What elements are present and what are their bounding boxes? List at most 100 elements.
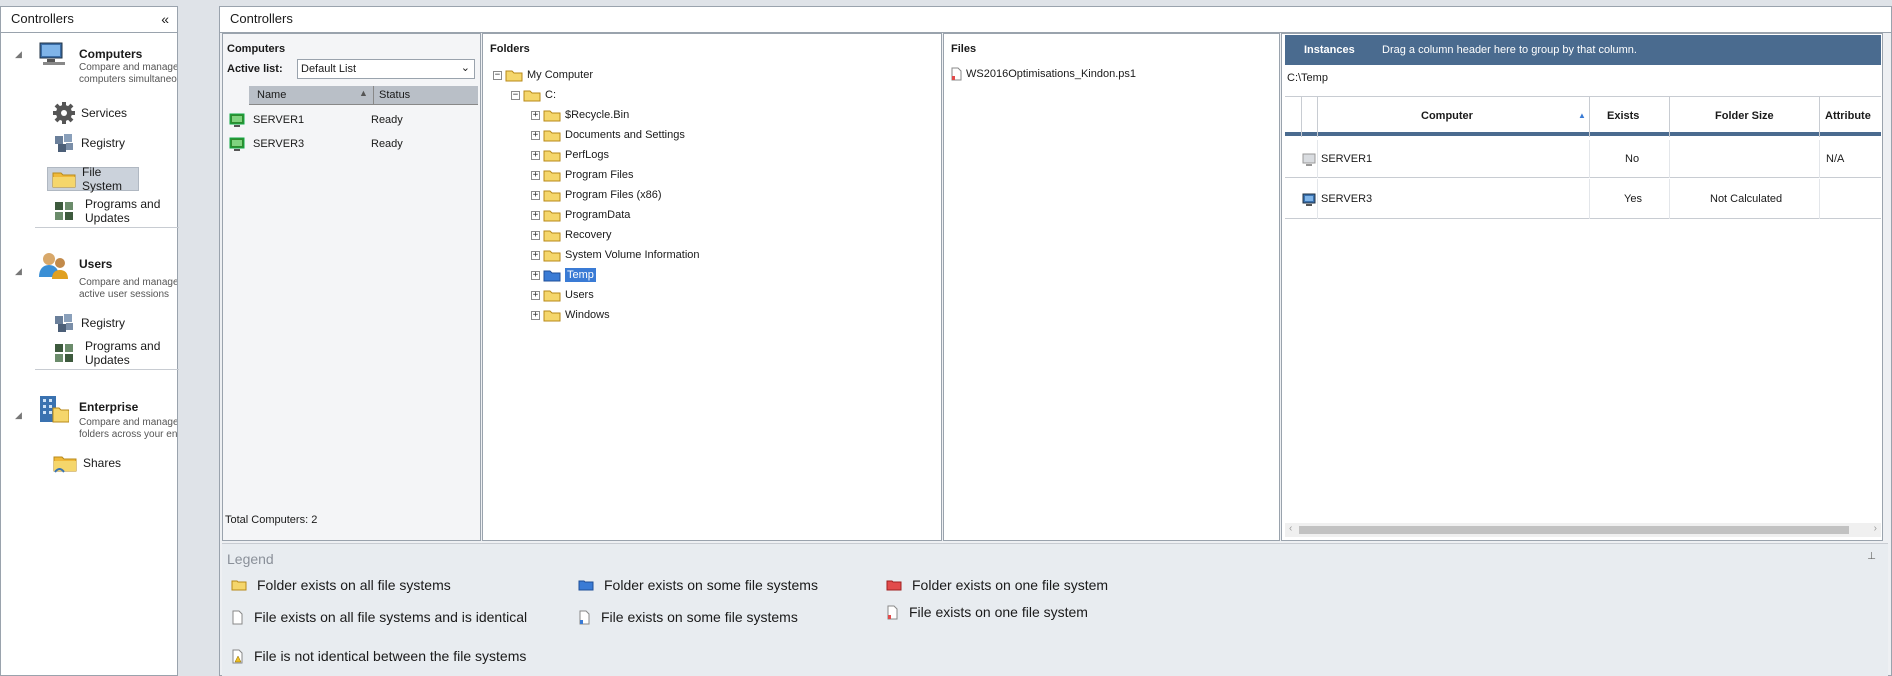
scroll-left-icon[interactable]: ‹ xyxy=(1289,523,1292,534)
computer-offline-icon xyxy=(1302,153,1316,166)
sort-asc-icon: ▲ xyxy=(359,88,368,98)
computers-group-title[interactable]: Computers xyxy=(79,47,142,61)
legend-item: File exists on some file systems xyxy=(579,609,798,625)
legend-item: Folder exists on one file system xyxy=(886,577,1108,593)
tree-node-folder[interactable]: + $Recycle.Bin xyxy=(531,106,629,124)
users-group-icon xyxy=(39,251,69,279)
sidebar-item-user-registry[interactable]: Registry xyxy=(49,311,129,335)
table-row[interactable]: SERVER3 Yes Not Calculated xyxy=(1285,179,1881,219)
instance-size: Not Calculated xyxy=(1710,193,1783,205)
folder-label: ProgramData xyxy=(565,209,631,221)
sidebar-item-shares[interactable]: Shares xyxy=(49,451,125,475)
instance-attr: N/A xyxy=(1826,153,1845,165)
sidebar-item-file-system[interactable]: File System xyxy=(47,165,139,193)
pin-icon[interactable]: ⊥ xyxy=(1867,551,1876,562)
expand-node-icon[interactable]: + xyxy=(531,310,540,320)
tree-node-folder[interactable]: + Documents and Settings xyxy=(531,126,685,144)
expand-node-icon[interactable]: + xyxy=(531,110,540,120)
tree-node-folder[interactable]: + Program Files (x86) xyxy=(531,186,662,204)
sidebar-item-user-programs[interactable]: Programs and Updates xyxy=(49,339,177,367)
expand-node-icon[interactable]: + xyxy=(531,170,540,180)
file-some-icon xyxy=(579,610,591,625)
sort-asc-icon: ▲ xyxy=(1578,111,1586,120)
collapse-node-icon[interactable]: − xyxy=(511,90,520,100)
main-header: Controllers xyxy=(220,7,1891,33)
expand-node-icon[interactable]: + xyxy=(531,290,540,300)
users-desc-1: Compare and manage current xyxy=(79,277,177,288)
tree-node-folder[interactable]: + ProgramData xyxy=(531,206,630,224)
folder-label: C: xyxy=(545,89,556,101)
table-row[interactable]: SERVER1 Ready xyxy=(225,110,477,130)
expand-node-icon[interactable]: + xyxy=(531,270,540,280)
expand-node-icon[interactable]: + xyxy=(531,250,540,260)
file-item[interactable]: WS2016Optimisations_Kindon.ps1 xyxy=(951,65,1136,83)
instances-group-header: Instances Drag a column header here to g… xyxy=(1285,35,1881,65)
tree-node-folder[interactable]: + System Volume Information xyxy=(531,246,700,264)
enterprise-group-title[interactable]: Enterprise xyxy=(79,400,138,414)
sidebar-item-registry[interactable]: Registry xyxy=(49,131,129,155)
users-group-title[interactable]: Users xyxy=(79,257,112,271)
expand-computers-icon[interactable]: ◢ xyxy=(15,49,22,60)
table-row[interactable]: SERVER3 Ready xyxy=(225,134,477,154)
users-desc-2: active user sessions xyxy=(79,289,170,300)
scroll-right-icon[interactable]: › xyxy=(1874,523,1877,534)
folder-some-icon xyxy=(578,579,594,591)
tree-node-folder[interactable]: + Windows xyxy=(531,306,610,324)
tree-node-folder[interactable]: + PerfLogs xyxy=(531,146,609,164)
folder-label: My Computer xyxy=(527,69,594,81)
tree-node-my-computer[interactable]: − My Computer xyxy=(493,66,593,84)
legend-label: File exists on some file systems xyxy=(601,609,798,625)
folder-label: PerfLogs xyxy=(565,149,610,161)
expand-enterprise-icon[interactable]: ◢ xyxy=(15,410,22,421)
legend-item: Folder exists on all file systems xyxy=(231,577,451,593)
tree-node-drive[interactable]: − C: xyxy=(511,86,556,104)
folder-label: Program Files (x86) xyxy=(565,189,662,201)
tree-node-folder[interactable]: + Users xyxy=(531,286,594,304)
collapse-node-icon[interactable]: − xyxy=(493,70,502,80)
tree-node-folder[interactable]: + Temp xyxy=(531,266,596,284)
folder-icon xyxy=(505,69,523,82)
instances-grid-header: Computer ▲ Exists Folder Size Attribute xyxy=(1285,96,1881,137)
col-divider xyxy=(1589,97,1590,137)
scrollbar-thumb[interactable] xyxy=(1299,526,1849,534)
col-computer-header[interactable]: Computer xyxy=(1421,110,1473,122)
total-computers: Total Computers: 2 xyxy=(225,514,318,526)
file-name: WS2016Optimisations_Kindon.ps1 xyxy=(966,68,1136,80)
instance-computer: SERVER3 xyxy=(1321,193,1373,205)
expand-node-icon[interactable]: + xyxy=(531,210,540,220)
folder-icon xyxy=(543,229,561,242)
col-exists-header[interactable]: Exists xyxy=(1607,110,1639,122)
instances-panel: Instances Drag a column header here to g… xyxy=(1281,33,1883,541)
collapse-icon[interactable]: « xyxy=(161,7,169,31)
sidebar-item-label: Services xyxy=(81,106,128,120)
col-size-header[interactable]: Folder Size xyxy=(1715,110,1774,122)
expand-node-icon[interactable]: + xyxy=(531,190,540,200)
chevron-down-icon[interactable]: ⌄ xyxy=(461,61,470,74)
file-warning-icon xyxy=(232,649,244,664)
expand-node-icon[interactable]: + xyxy=(531,150,540,160)
sidebar-item-services[interactable]: Services xyxy=(49,101,131,125)
legend-label: Folder exists on one file system xyxy=(912,577,1109,593)
instance-computer: SERVER1 xyxy=(1321,153,1373,165)
col-divider xyxy=(373,86,374,105)
sidebar-item-programs-updates[interactable]: Programs and Updates xyxy=(49,197,177,225)
tree-node-folder[interactable]: + Program Files xyxy=(531,166,633,184)
shares-icon xyxy=(53,452,77,474)
col-attr-header[interactable]: Attribute xyxy=(1825,110,1871,122)
col-divider xyxy=(1589,179,1590,219)
table-row[interactable]: SERVER1 No N/A xyxy=(1285,140,1881,178)
expand-users-icon[interactable]: ◢ xyxy=(15,266,22,277)
expand-node-icon[interactable]: + xyxy=(531,130,540,140)
folder-icon xyxy=(543,249,561,262)
col-name-header[interactable]: Name xyxy=(257,89,286,101)
active-list-select[interactable]: Default List ⌄ xyxy=(297,59,475,79)
col-status-header[interactable]: Status xyxy=(379,89,410,101)
expand-node-icon[interactable]: + xyxy=(531,230,540,240)
horizontal-scrollbar[interactable]: ‹ › xyxy=(1285,523,1881,537)
enterprise-group-icon xyxy=(39,394,69,424)
computer-status: Ready xyxy=(371,114,403,126)
computers-grid-header: Name ▲ Status xyxy=(249,86,478,105)
folder-icon xyxy=(543,129,561,142)
instances-path: C:\Temp xyxy=(1287,72,1328,84)
tree-node-folder[interactable]: + Recovery xyxy=(531,226,611,244)
